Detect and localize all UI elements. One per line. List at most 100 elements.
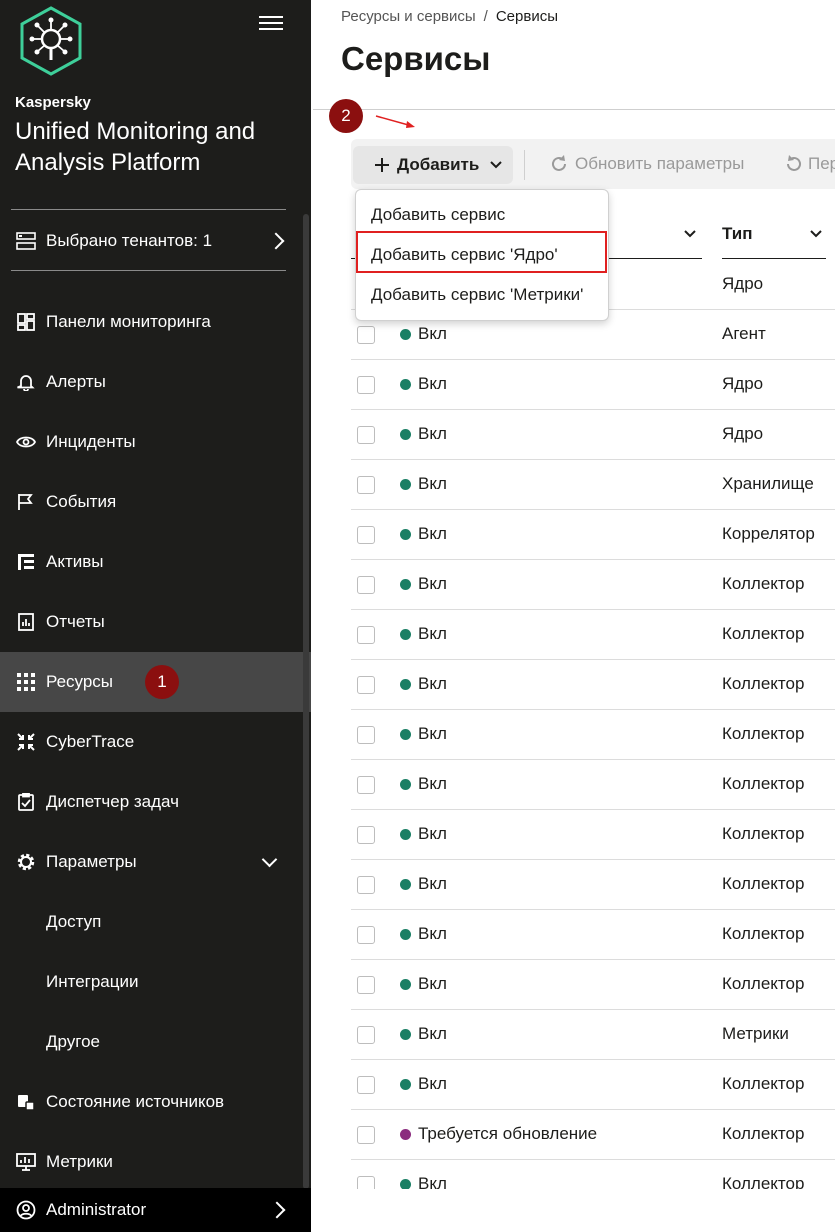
sidebar-item-assets[interactable]: Активы bbox=[0, 532, 311, 592]
row-type: Коррелятор bbox=[722, 524, 815, 543]
sidebar-item-label: Алерты bbox=[46, 372, 106, 391]
table-row[interactable]: Вкл Коллектор bbox=[351, 609, 835, 660]
status-dot-icon bbox=[400, 429, 411, 440]
breadcrumb-parent-link[interactable]: Ресурсы и сервисы bbox=[341, 8, 476, 25]
refresh-params-button[interactable]: Обновить параметры bbox=[549, 149, 744, 179]
chevron-down-icon bbox=[490, 161, 503, 169]
page-title: Сервисы bbox=[341, 40, 491, 77]
step-badge: 2 bbox=[329, 99, 363, 133]
tenant-selector[interactable]: Выбрано тенантов: 1 bbox=[0, 218, 300, 264]
sidebar-item-reports[interactable]: Отчеты bbox=[0, 592, 311, 652]
menu-item-label: Добавить сервис 'Метрики' bbox=[371, 285, 584, 304]
row-type: Коллектор bbox=[722, 874, 805, 893]
row-status: Вкл bbox=[418, 624, 447, 643]
toolbar: Добавить Обновить параметры Пер bbox=[351, 139, 835, 189]
sidebar-item-dashboards[interactable]: Панели мониторинга bbox=[0, 292, 311, 352]
row-checkbox[interactable] bbox=[357, 576, 375, 594]
row-checkbox[interactable] bbox=[357, 876, 375, 894]
sidebar-item-label: Активы bbox=[46, 552, 104, 571]
chevron-down-icon[interactable] bbox=[809, 229, 823, 239]
row-checkbox[interactable] bbox=[357, 1026, 375, 1044]
sidebar-item-events[interactable]: События bbox=[0, 472, 311, 532]
row-checkbox[interactable] bbox=[357, 426, 375, 444]
row-checkbox[interactable] bbox=[357, 526, 375, 544]
sidebar-item-cybertrace[interactable]: CyberTrace bbox=[0, 712, 311, 772]
sidebar-scrollbar[interactable] bbox=[303, 214, 309, 1189]
status-dot-icon bbox=[400, 879, 411, 890]
table-row[interactable]: Вкл Ядро bbox=[351, 359, 835, 410]
row-checkbox[interactable] bbox=[357, 976, 375, 994]
product-name: Unified Monitoring and Analysis Platform bbox=[15, 118, 256, 176]
table-row[interactable]: Вкл Коллектор bbox=[351, 559, 835, 610]
sidebar-item-alerts[interactable]: Алерты bbox=[0, 352, 311, 412]
menu-toggle-icon[interactable] bbox=[259, 12, 283, 32]
row-type: Коллектор bbox=[722, 774, 805, 793]
gear-icon bbox=[16, 852, 36, 872]
table-row[interactable]: Вкл Метрики bbox=[351, 1009, 835, 1060]
row-type: Коллектор bbox=[722, 724, 805, 743]
table-row[interactable]: Вкл Ядро bbox=[351, 409, 835, 460]
user-menu[interactable]: Administrator bbox=[0, 1188, 311, 1232]
sidebar-subitem-other[interactable]: Другое bbox=[46, 1012, 100, 1072]
table-row[interactable]: Вкл Коллектор bbox=[351, 859, 835, 910]
tenant-icon bbox=[16, 231, 36, 251]
row-checkbox[interactable] bbox=[357, 1126, 375, 1144]
row-checkbox[interactable] bbox=[357, 726, 375, 744]
menu-item-add-service[interactable]: Добавить сервис bbox=[356, 195, 608, 235]
row-status: Вкл bbox=[418, 724, 447, 743]
row-checkbox[interactable] bbox=[357, 376, 375, 394]
table-row[interactable]: Требуется обновление Коллектор bbox=[351, 1109, 835, 1160]
flag-icon bbox=[16, 492, 36, 512]
sidebar-subitem-access[interactable]: Доступ bbox=[46, 892, 101, 952]
sidebar-item-resources[interactable]: Ресурсы 1 bbox=[0, 652, 311, 712]
row-checkbox[interactable] bbox=[357, 1076, 375, 1094]
row-type: Ядро bbox=[722, 374, 764, 393]
sidebar-item-settings[interactable]: Параметры bbox=[0, 832, 311, 892]
breadcrumb: Ресурсы и сервисы / Сервисы bbox=[341, 8, 558, 25]
chevron-down-icon[interactable] bbox=[683, 229, 697, 239]
sidebar-item-label: Инциденты bbox=[46, 432, 136, 451]
status-dot-icon bbox=[400, 379, 411, 390]
row-checkbox[interactable] bbox=[357, 326, 375, 344]
table-row[interactable]: Вкл Коллектор bbox=[351, 1059, 835, 1110]
row-checkbox[interactable] bbox=[357, 926, 375, 944]
menu-item-add-metrics-service[interactable]: Добавить сервис 'Метрики' bbox=[356, 275, 608, 315]
sidebar-item-incidents[interactable]: Инциденты bbox=[0, 412, 311, 472]
row-checkbox[interactable] bbox=[357, 826, 375, 844]
menu-item-label: Добавить сервис bbox=[371, 205, 506, 224]
row-checkbox[interactable] bbox=[357, 626, 375, 644]
sidebar-item-source-status[interactable]: Состояние источников bbox=[0, 1072, 311, 1132]
sidebar-item-metrics[interactable]: Метрики bbox=[0, 1132, 311, 1192]
restart-icon bbox=[787, 155, 801, 171]
sidebar-item-task-manager[interactable]: Диспетчер задач bbox=[0, 772, 311, 832]
add-button[interactable]: Добавить bbox=[353, 146, 513, 184]
table-row[interactable]: Вкл Коллектор bbox=[351, 759, 835, 810]
row-status: Требуется обновление bbox=[418, 1124, 598, 1143]
table-row[interactable]: Вкл Хранилище bbox=[351, 459, 835, 510]
status-dot-icon bbox=[400, 629, 411, 640]
row-checkbox[interactable] bbox=[357, 676, 375, 694]
add-button-label: Добавить bbox=[397, 155, 480, 174]
row-type: Агент bbox=[722, 324, 766, 343]
row-status: Вкл bbox=[418, 974, 447, 993]
row-type: Коллектор bbox=[722, 824, 805, 843]
row-checkbox[interactable] bbox=[357, 776, 375, 794]
table-row[interactable]: Вкл Коллектор bbox=[351, 809, 835, 860]
column-header-type[interactable]: Тип bbox=[722, 224, 752, 244]
row-type: Коллектор bbox=[722, 974, 805, 993]
status-dot-icon bbox=[400, 579, 411, 590]
dashboard-icon bbox=[16, 312, 36, 332]
sidebar-item-label: Метрики bbox=[46, 1152, 113, 1171]
sidebar: Kaspersky Unified Monitoring and Analysi… bbox=[0, 0, 311, 1232]
row-type: Хранилище bbox=[722, 474, 814, 493]
table-row[interactable]: Вкл Коллектор bbox=[351, 909, 835, 960]
sidebar-subitem-integrations[interactable]: Интеграции bbox=[46, 952, 139, 1012]
clipboard-icon bbox=[16, 792, 36, 812]
table-row[interactable]: Вкл Коллектор bbox=[351, 959, 835, 1010]
table-row[interactable]: Вкл Коррелятор bbox=[351, 509, 835, 560]
table-row[interactable]: Вкл Коллектор bbox=[351, 659, 835, 710]
table-row[interactable]: Вкл Коллектор bbox=[351, 709, 835, 760]
restart-button[interactable]: Пер bbox=[784, 149, 835, 179]
refresh-params-label: Обновить параметры bbox=[575, 154, 745, 173]
row-checkbox[interactable] bbox=[357, 476, 375, 494]
